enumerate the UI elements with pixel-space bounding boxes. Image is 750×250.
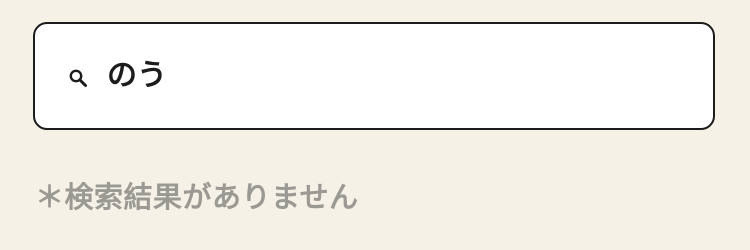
no-results-message: ＊検索結果がありません <box>35 180 359 214</box>
search-box[interactable] <box>33 22 715 130</box>
search-input[interactable] <box>107 52 687 100</box>
search-icon <box>68 68 90 90</box>
